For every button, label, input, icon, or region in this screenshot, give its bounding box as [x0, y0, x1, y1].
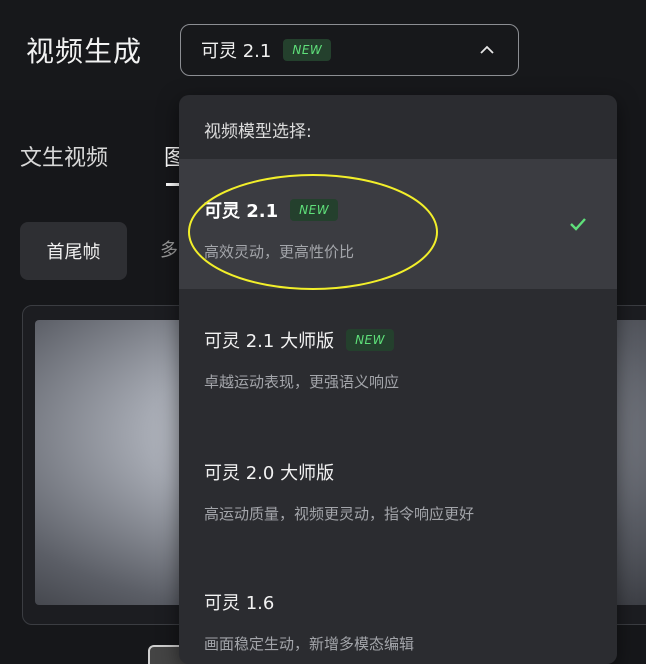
new-badge: NEW	[346, 329, 395, 351]
tab-text-to-video[interactable]: 文生视频	[20, 140, 108, 172]
option-description: 高运动质量，视频更灵动，指令响应更好	[204, 505, 475, 523]
dropdown-title: 视频模型选择:	[204, 122, 312, 142]
model-dropdown-menu: 视频模型选择: 可灵 2.1 NEW 高效灵动，更高性价比 可灵 2.1 大师版…	[179, 95, 617, 664]
page-title: 视频生成	[26, 35, 143, 68]
model-option-kling-2-0-master[interactable]: 可灵 2.0 大师版 高运动质量，视频更灵动，指令响应更好	[179, 421, 617, 551]
chip-first-last-frame[interactable]: 首尾帧	[20, 222, 127, 280]
option-name: 可灵 1.6	[204, 593, 275, 614]
new-badge: NEW	[283, 39, 332, 61]
model-option-kling-2-1-master[interactable]: 可灵 2.1 大师版 NEW 卓越运动表现，更强语义响应	[179, 289, 617, 419]
option-description: 卓越运动表现，更强语义响应	[204, 373, 400, 391]
option-name: 可灵 2.0 大师版	[204, 463, 335, 484]
active-tab-indicator	[166, 183, 180, 186]
option-description: 高效灵动，更高性价比	[204, 243, 355, 261]
option-name: 可灵 2.1	[204, 201, 279, 222]
model-select-dropdown[interactable]: 可灵 2.1 NEW	[180, 24, 519, 76]
option-description: 画面稳定生动，新增多模态编辑	[204, 635, 415, 653]
chip-multi[interactable]: 多	[160, 236, 178, 262]
new-badge: NEW	[290, 199, 339, 221]
page: 视频生成 可灵 2.1 NEW 文生视频 图 首尾帧 多 视频模型选择: 可灵 …	[0, 0, 646, 664]
check-icon	[570, 218, 586, 231]
header: 视频生成 可灵 2.1 NEW	[0, 0, 646, 100]
model-option-kling-2-1[interactable]: 可灵 2.1 NEW 高效灵动，更高性价比	[179, 159, 617, 289]
model-option-kling-1-6[interactable]: 可灵 1.6 画面稳定生动，新增多模态编辑	[179, 551, 617, 664]
option-name: 可灵 2.1 大师版	[204, 331, 335, 352]
model-select-value: 可灵 2.1	[201, 41, 272, 62]
chevron-up-icon[interactable]	[480, 45, 494, 55]
